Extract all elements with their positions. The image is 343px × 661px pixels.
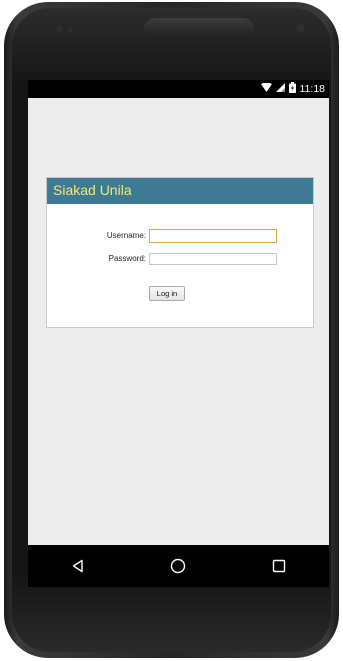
signal-icon [275, 83, 285, 95]
recents-button[interactable] [259, 546, 299, 586]
webview-content: Siakad Unila Username: Password: Log in [28, 98, 329, 545]
proximity-sensor [56, 26, 63, 33]
light-sensor [68, 27, 73, 32]
battery-icon [288, 82, 296, 96]
app-title: Siakad Unila [53, 182, 132, 198]
home-button[interactable] [158, 546, 198, 586]
login-panel: Siakad Unila Username: Password: Log in [46, 177, 314, 328]
status-bar: 11:18 [28, 80, 329, 98]
login-button[interactable]: Log in [149, 286, 185, 301]
clock: 11:18 [299, 83, 326, 95]
password-field[interactable] [149, 253, 277, 265]
device-screen: 11:18 Siakad Unila Username: Password: L… [28, 80, 329, 587]
navigation-bar [28, 545, 329, 587]
earpiece [144, 18, 254, 40]
recents-icon [272, 559, 286, 573]
front-camera [296, 24, 305, 33]
password-label: Password: [108, 254, 146, 263]
back-button[interactable] [58, 546, 98, 586]
username-label: Username: [106, 231, 146, 240]
login-header: Siakad Unila [47, 178, 313, 204]
wifi-icon [260, 82, 272, 95]
username-field[interactable] [149, 229, 277, 243]
home-icon [171, 558, 186, 574]
back-icon [72, 559, 83, 573]
